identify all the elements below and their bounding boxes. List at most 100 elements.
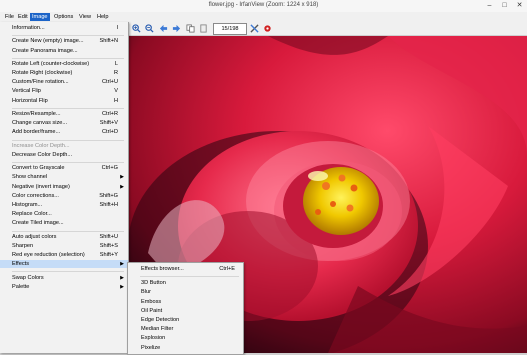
image-menu-item-vertical-flip[interactable]: Vertical Flip V <box>0 87 128 95</box>
menu-item-label: Explosion <box>141 335 166 342</box>
image-menu-separator <box>12 139 124 141</box>
effects-menu-item-blur[interactable]: Blur <box>128 288 243 296</box>
next-arrow-icon[interactable] <box>172 24 181 33</box>
copy-icon[interactable] <box>186 24 195 33</box>
image-menu-item-create-panorama-image[interactable]: Create Panorama image... <box>0 47 128 55</box>
menu-item-label: Color corrections... <box>12 192 59 199</box>
settings-icon[interactable] <box>250 24 259 33</box>
image-menu-item-convert-to-grayscale[interactable]: Convert to Grayscale Ctrl+G <box>0 164 128 172</box>
menu-item-shortcut: Ctrl+R <box>101 110 118 117</box>
image-menu-item-replace-color[interactable]: Replace Color... <box>0 210 128 218</box>
menu-item-shortcut: Ctrl+U <box>101 79 118 86</box>
menu-help[interactable]: Help <box>95 13 111 21</box>
image-menu-item-show-channel[interactable]: Show channel ▶ <box>0 173 128 181</box>
image-menu-separator <box>12 57 124 59</box>
effects-menu-item-explosion[interactable]: Explosion <box>128 334 243 342</box>
effects-menu-item-effects-browser[interactable]: Effects browser... Ctrl+E <box>128 265 243 273</box>
menu-item-label: Rotate Left (counter-clockwise) <box>12 60 90 67</box>
image-menu-item-histogram[interactable]: Histogram... Shift+H <box>0 201 128 209</box>
menu-item-label: 3D Button <box>141 280 166 287</box>
effects-menu-item-edge-detection[interactable]: Edge Detection <box>128 316 243 324</box>
menu-bar: File Edit Image Options View Help <box>0 12 527 22</box>
menu-item-label: Create New (empty) image... <box>12 38 84 45</box>
menu-item-shortcut: Shift+N <box>99 38 119 45</box>
menu-image[interactable]: Image <box>30 13 50 21</box>
effects-menu-item-median-filter[interactable]: Median Filter <box>128 325 243 333</box>
menu-item-label: Oil Paint <box>141 307 163 314</box>
menu-item-label: Median Filter <box>141 326 174 333</box>
menu-options[interactable]: Options <box>52 13 75 21</box>
menu-item-label: Negative (invert image) <box>12 183 70 190</box>
menu-edit[interactable]: Edit <box>16 13 30 21</box>
menu-item-label: Effects browser... <box>141 266 184 272</box>
image-menu: Information... I Create New (empty) image.… <box>0 22 129 353</box>
menu-item-shortcut: Shift+G <box>99 192 118 199</box>
submenu-arrow-icon: ▶ <box>120 274 124 281</box>
close-icon[interactable]: ✕ <box>512 0 527 11</box>
image-menu-item-horizontal-flip[interactable]: Horizontal Flip H <box>0 97 128 105</box>
zoom-out-icon[interactable] <box>145 24 154 33</box>
menu-item-label: Edge Detection <box>141 317 180 323</box>
menu-item-label: Increase Color Depth... <box>12 142 70 149</box>
maximize-icon[interactable]: □ <box>497 0 512 11</box>
image-menu-item-create-new-empty-image[interactable]: Create New (empty) image... Shift+N <box>0 37 128 45</box>
image-menu-item-information[interactable]: Information... I <box>0 24 128 32</box>
image-menu-item-negative-invert-image[interactable]: Negative (invert image) ▶ <box>0 183 128 191</box>
effects-menu-item-oil-paint[interactable]: Oil Paint <box>128 307 243 315</box>
image-menu-separator <box>12 271 124 273</box>
menu-item-label: Horizontal Flip <box>12 97 48 104</box>
submenu-arrow-icon: ▶ <box>120 174 124 181</box>
image-menu-item-resize-resample[interactable]: Resize/Resample... Ctrl+R <box>0 110 128 118</box>
menu-item-shortcut: Ctrl+G <box>101 165 118 172</box>
menu-item-shortcut: Shift+Y <box>99 252 118 258</box>
irfanview-logo-icon[interactable] <box>263 24 272 33</box>
image-menu-item-rotate-left-counter-clockwise[interactable]: Rotate Left (counter-clockwise) L <box>0 60 128 68</box>
menu-view[interactable]: View <box>77 13 93 21</box>
image-menu-item-rotate-right-clockwise[interactable]: Rotate Right (clockwise) R <box>0 69 128 77</box>
menu-item-label: Resize/Resample... <box>12 110 61 117</box>
menu-item-label: Blur <box>141 289 151 296</box>
paste-icon[interactable] <box>199 24 208 33</box>
image-menu-item-change-canvas-size[interactable]: Change canvas size... Shift+V <box>0 119 128 127</box>
menu-item-label: Palette <box>12 283 30 290</box>
image-menu-item-decrease-color-depth[interactable]: Decrease Color Depth... <box>0 151 128 159</box>
image-menu-item-palette[interactable]: Palette ▶ <box>0 283 128 291</box>
image-menu-item-increase-color-depth: Increase Color Depth... <box>0 142 128 150</box>
menu-item-label: Auto adjust colors <box>12 233 57 240</box>
menu-item-label: Swap Colors <box>12 274 44 281</box>
menu-item-shortcut: Shift+U <box>99 233 119 240</box>
menu-item-label: Information... <box>12 25 45 31</box>
menu-item-label: Create Panorama image... <box>12 47 78 54</box>
menu-item-shortcut: L <box>114 60 118 67</box>
image-menu-item-create-tiled-image[interactable]: Create Tiled image... <box>0 219 128 227</box>
zoom-in-icon[interactable] <box>132 24 141 33</box>
image-menu-item-auto-adjust-colors[interactable]: Auto adjust colors Shift+U <box>0 233 128 241</box>
image-menu-separator <box>12 230 124 232</box>
image-menu-item-custom-fine-rotation[interactable]: Custom/Fine rotation... Ctrl+U <box>0 78 128 86</box>
effects-menu-separator <box>140 276 239 278</box>
image-menu-item-color-corrections[interactable]: Color corrections... Shift+G <box>0 192 128 200</box>
image-menu-item-red-eye-reduction-selection[interactable]: Red eye reduction (selection) Shift+Y <box>0 251 128 259</box>
image-menu-item-effects[interactable]: Effects ▶ <box>0 260 128 269</box>
menu-item-shortcut: I <box>116 25 118 31</box>
image-menu-item-swap-colors[interactable]: Swap Colors ▶ <box>0 274 128 282</box>
effects-menu-item-emboss[interactable]: Emboss <box>128 298 243 306</box>
effects-menu-item-pixelize[interactable]: Pixelize <box>128 344 243 352</box>
menu-item-label: Show channel <box>12 174 48 181</box>
menu-item-label: Add border/frame... <box>12 129 61 136</box>
menu-item-label: Red eye reduction (selection) <box>12 252 85 258</box>
submenu-arrow-icon: ▶ <box>120 183 124 190</box>
menu-item-label: Convert to Grayscale <box>12 165 65 172</box>
minimize-icon[interactable]: – <box>482 0 497 11</box>
menu-item-label: Histogram... <box>12 201 43 208</box>
previous-arrow-icon[interactable] <box>159 24 168 33</box>
image-menu-item-sharpen[interactable]: Sharpen Shift+S <box>0 242 128 250</box>
toolbar <box>128 22 527 36</box>
submenu-arrow-icon: ▶ <box>120 261 124 268</box>
image-menu-separator <box>12 35 124 37</box>
image-menu-item-add-border-frame[interactable]: Add border/frame... Ctrl+D <box>0 128 128 136</box>
menu-item-shortcut: R <box>113 70 118 76</box>
menu-file[interactable]: File <box>3 13 16 21</box>
effects-menu-item-3d-button[interactable]: 3D Button <box>128 279 243 287</box>
menu-item-label: Emboss <box>141 298 162 305</box>
